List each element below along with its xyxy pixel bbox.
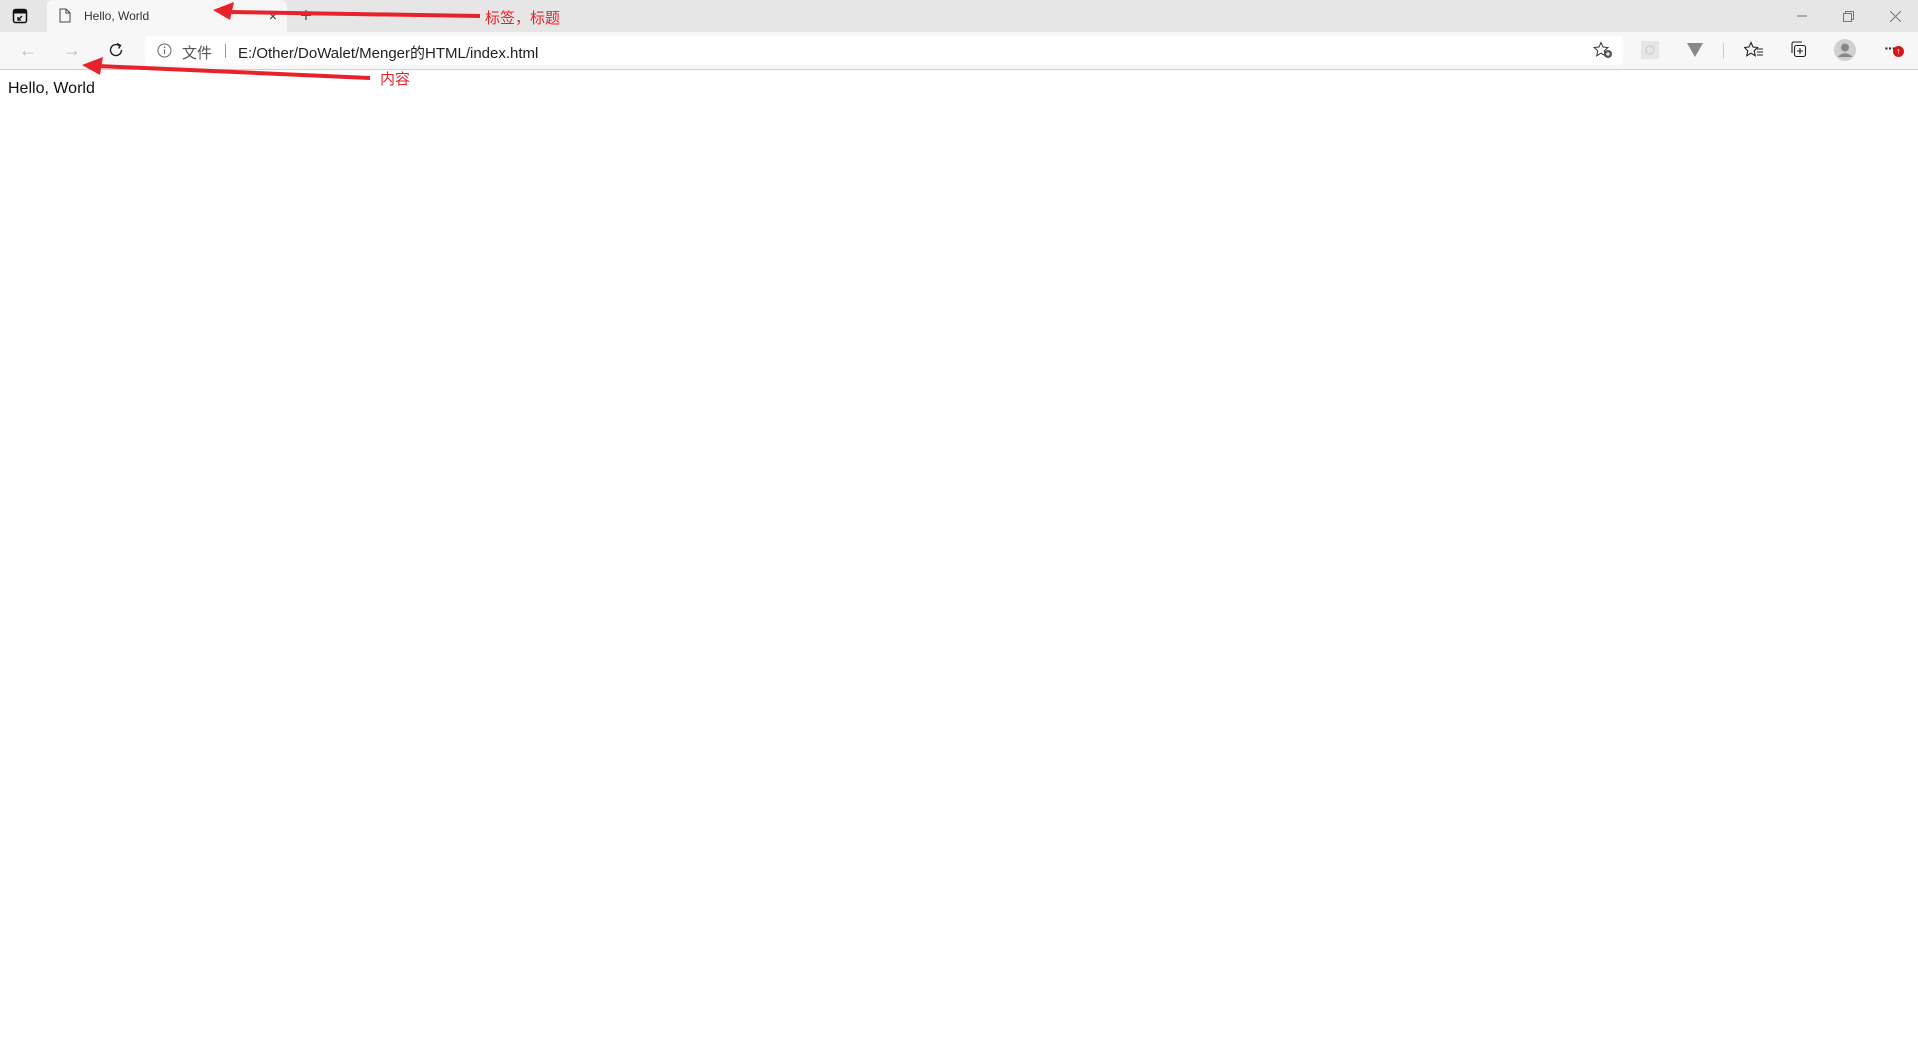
info-icon[interactable]	[157, 43, 172, 63]
address-separator	[225, 44, 226, 58]
tab-close-button[interactable]: ×	[263, 6, 283, 26]
extension-icon[interactable]	[1634, 36, 1666, 64]
more-button[interactable]: ··· ↑	[1874, 36, 1906, 64]
scheme-label: 文件	[182, 45, 213, 62]
tab-hello-world[interactable]: Hello, World ×	[47, 0, 287, 32]
collections-icon[interactable]	[1782, 36, 1814, 64]
content-annotation-label: 内容	[380, 71, 411, 88]
favorites-icon[interactable]	[1738, 36, 1770, 64]
restore-button[interactable]	[1825, 0, 1871, 32]
vimium-icon[interactable]	[1679, 36, 1711, 64]
profile-icon[interactable]	[1829, 36, 1861, 64]
toolbar-divider	[1723, 43, 1724, 59]
address-bar[interactable]: 文件 E:/Other/DoWalet/Menger的HTML/index.ht…	[145, 36, 1623, 65]
toolbar: ← → 文件 E:/Other/DoWalet/Menger的HTML/inde…	[0, 32, 1918, 70]
back-button[interactable]: ←	[12, 36, 44, 64]
add-favorite-icon[interactable]	[1592, 41, 1613, 64]
close-window-button[interactable]	[1872, 0, 1918, 32]
update-badge-icon: ↑	[1893, 46, 1904, 57]
new-tab-button[interactable]: +	[296, 6, 316, 26]
url-text[interactable]: E:/Other/DoWalet/Menger的HTML/index.html	[238, 42, 538, 63]
tab-annotation-label: 标签，标题	[485, 10, 561, 27]
tab-actions-icon[interactable]	[12, 8, 28, 24]
forward-button[interactable]: →	[56, 36, 88, 64]
tab-bar: Hello, World × +	[0, 0, 1918, 32]
page-content-text: Hello, World	[8, 80, 95, 97]
tab-title: Hello, World	[84, 9, 150, 23]
minimize-button[interactable]	[1779, 0, 1825, 32]
reload-button[interactable]	[100, 36, 132, 64]
document-icon	[59, 8, 71, 28]
